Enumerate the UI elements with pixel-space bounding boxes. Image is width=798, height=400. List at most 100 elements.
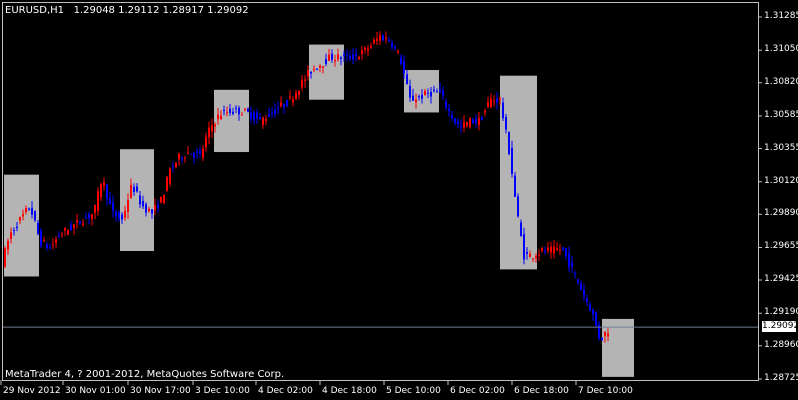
candle-body <box>601 337 603 340</box>
candle-body <box>64 227 66 231</box>
candle-body <box>325 59 327 64</box>
candle-body <box>22 214 24 217</box>
price-label: 1.29190 <box>764 307 798 318</box>
candle-body <box>34 210 36 221</box>
candle-body <box>469 118 471 128</box>
candle-body <box>139 195 141 205</box>
highlight-box <box>214 89 249 153</box>
candle-body <box>442 90 444 96</box>
candle-body <box>19 217 21 221</box>
low-value: 1.28917 <box>162 5 205 16</box>
candle-body <box>217 114 219 120</box>
candle-body <box>28 208 30 210</box>
candle-body <box>166 177 168 191</box>
candle-body <box>247 108 249 112</box>
candle-body <box>433 89 435 92</box>
candle-body <box>358 57 360 60</box>
candle-body <box>496 98 498 103</box>
candle-body <box>148 208 150 212</box>
candle-body <box>250 112 252 119</box>
candle-body <box>523 234 525 260</box>
candle-body <box>280 102 282 107</box>
copyright-text: MetaTrader 4, ? 2001-2012, MetaQuotes So… <box>5 369 285 380</box>
price-label: 1.30820 <box>764 76 798 87</box>
candle-body <box>133 186 135 192</box>
candle-body <box>607 333 609 337</box>
candle-body <box>103 182 105 186</box>
candle-body <box>82 223 84 225</box>
candle-body <box>61 234 63 236</box>
candle-body <box>130 184 132 198</box>
candle-body <box>223 110 225 112</box>
candle-body <box>304 79 306 82</box>
candle-body <box>193 153 195 158</box>
candle-body <box>535 255 537 259</box>
candle-body <box>256 112 258 119</box>
candle-body <box>112 202 114 211</box>
candle-body <box>394 47 396 49</box>
price-label: 1.28725 <box>764 373 798 383</box>
candle-body <box>532 258 534 260</box>
candle-body <box>244 109 246 111</box>
candle-body <box>271 112 273 114</box>
candle-body <box>220 115 222 120</box>
candle-body <box>460 125 462 127</box>
time-label: 4 Dec 18:00 <box>322 386 377 396</box>
candle-body <box>331 53 333 60</box>
candle-body <box>592 309 594 314</box>
candle-body <box>538 254 540 256</box>
symbol-timeframe: EURUSD,H1 <box>5 5 65 16</box>
plot-frame <box>2 2 759 381</box>
price-label: 1.28960 <box>764 339 798 350</box>
candle-body <box>301 80 303 88</box>
candle-body <box>76 220 78 223</box>
chart-window[interactable]: EURUSD,H1 1.29048 1.29112 1.28917 1.2909… <box>0 0 798 400</box>
candle-body <box>487 102 489 108</box>
candle-body <box>31 207 33 215</box>
time-label: 30 Nov 01:00 <box>65 386 126 396</box>
candle-body <box>91 214 93 220</box>
candle-body <box>187 153 189 155</box>
high-value: 1.29112 <box>118 5 160 16</box>
candle-body <box>319 65 321 68</box>
candle-body <box>478 118 480 126</box>
highlight-box <box>120 149 154 252</box>
candle-body <box>370 45 372 48</box>
candle-body <box>544 250 546 252</box>
candle-body <box>520 222 522 236</box>
candle-body <box>157 204 159 209</box>
candle-body <box>577 279 579 283</box>
candle-body <box>352 54 354 60</box>
candle-body <box>388 39 390 42</box>
candle-body <box>283 104 285 107</box>
candle-body <box>262 117 264 125</box>
candle-body <box>109 198 111 205</box>
candle-body <box>475 118 477 123</box>
candle-body <box>322 66 324 68</box>
candle-body <box>526 251 528 254</box>
time-label: 29 Nov 2012 <box>3 386 61 396</box>
candle-body <box>46 244 48 248</box>
candle-body <box>136 186 138 192</box>
price-chart[interactable] <box>0 0 798 400</box>
candle-body <box>124 210 126 218</box>
candle-body <box>604 331 606 337</box>
candle-body <box>451 115 453 119</box>
candle-body <box>346 54 348 56</box>
candle-body <box>403 60 405 74</box>
candle-body <box>94 204 96 213</box>
candle-body <box>241 114 243 116</box>
price-label: 1.31285 <box>764 11 798 21</box>
candle-body <box>142 201 144 207</box>
candle-body <box>238 107 240 115</box>
candle-body <box>373 39 375 44</box>
candle-body <box>541 247 543 251</box>
candle-body <box>490 98 492 108</box>
candle-body <box>175 162 177 168</box>
candle-body <box>334 60 336 62</box>
candle-body <box>586 298 588 302</box>
candle-body <box>511 147 513 174</box>
candle-body <box>415 99 417 103</box>
candle-body <box>439 89 441 92</box>
price-label: 1.29890 <box>764 208 798 219</box>
